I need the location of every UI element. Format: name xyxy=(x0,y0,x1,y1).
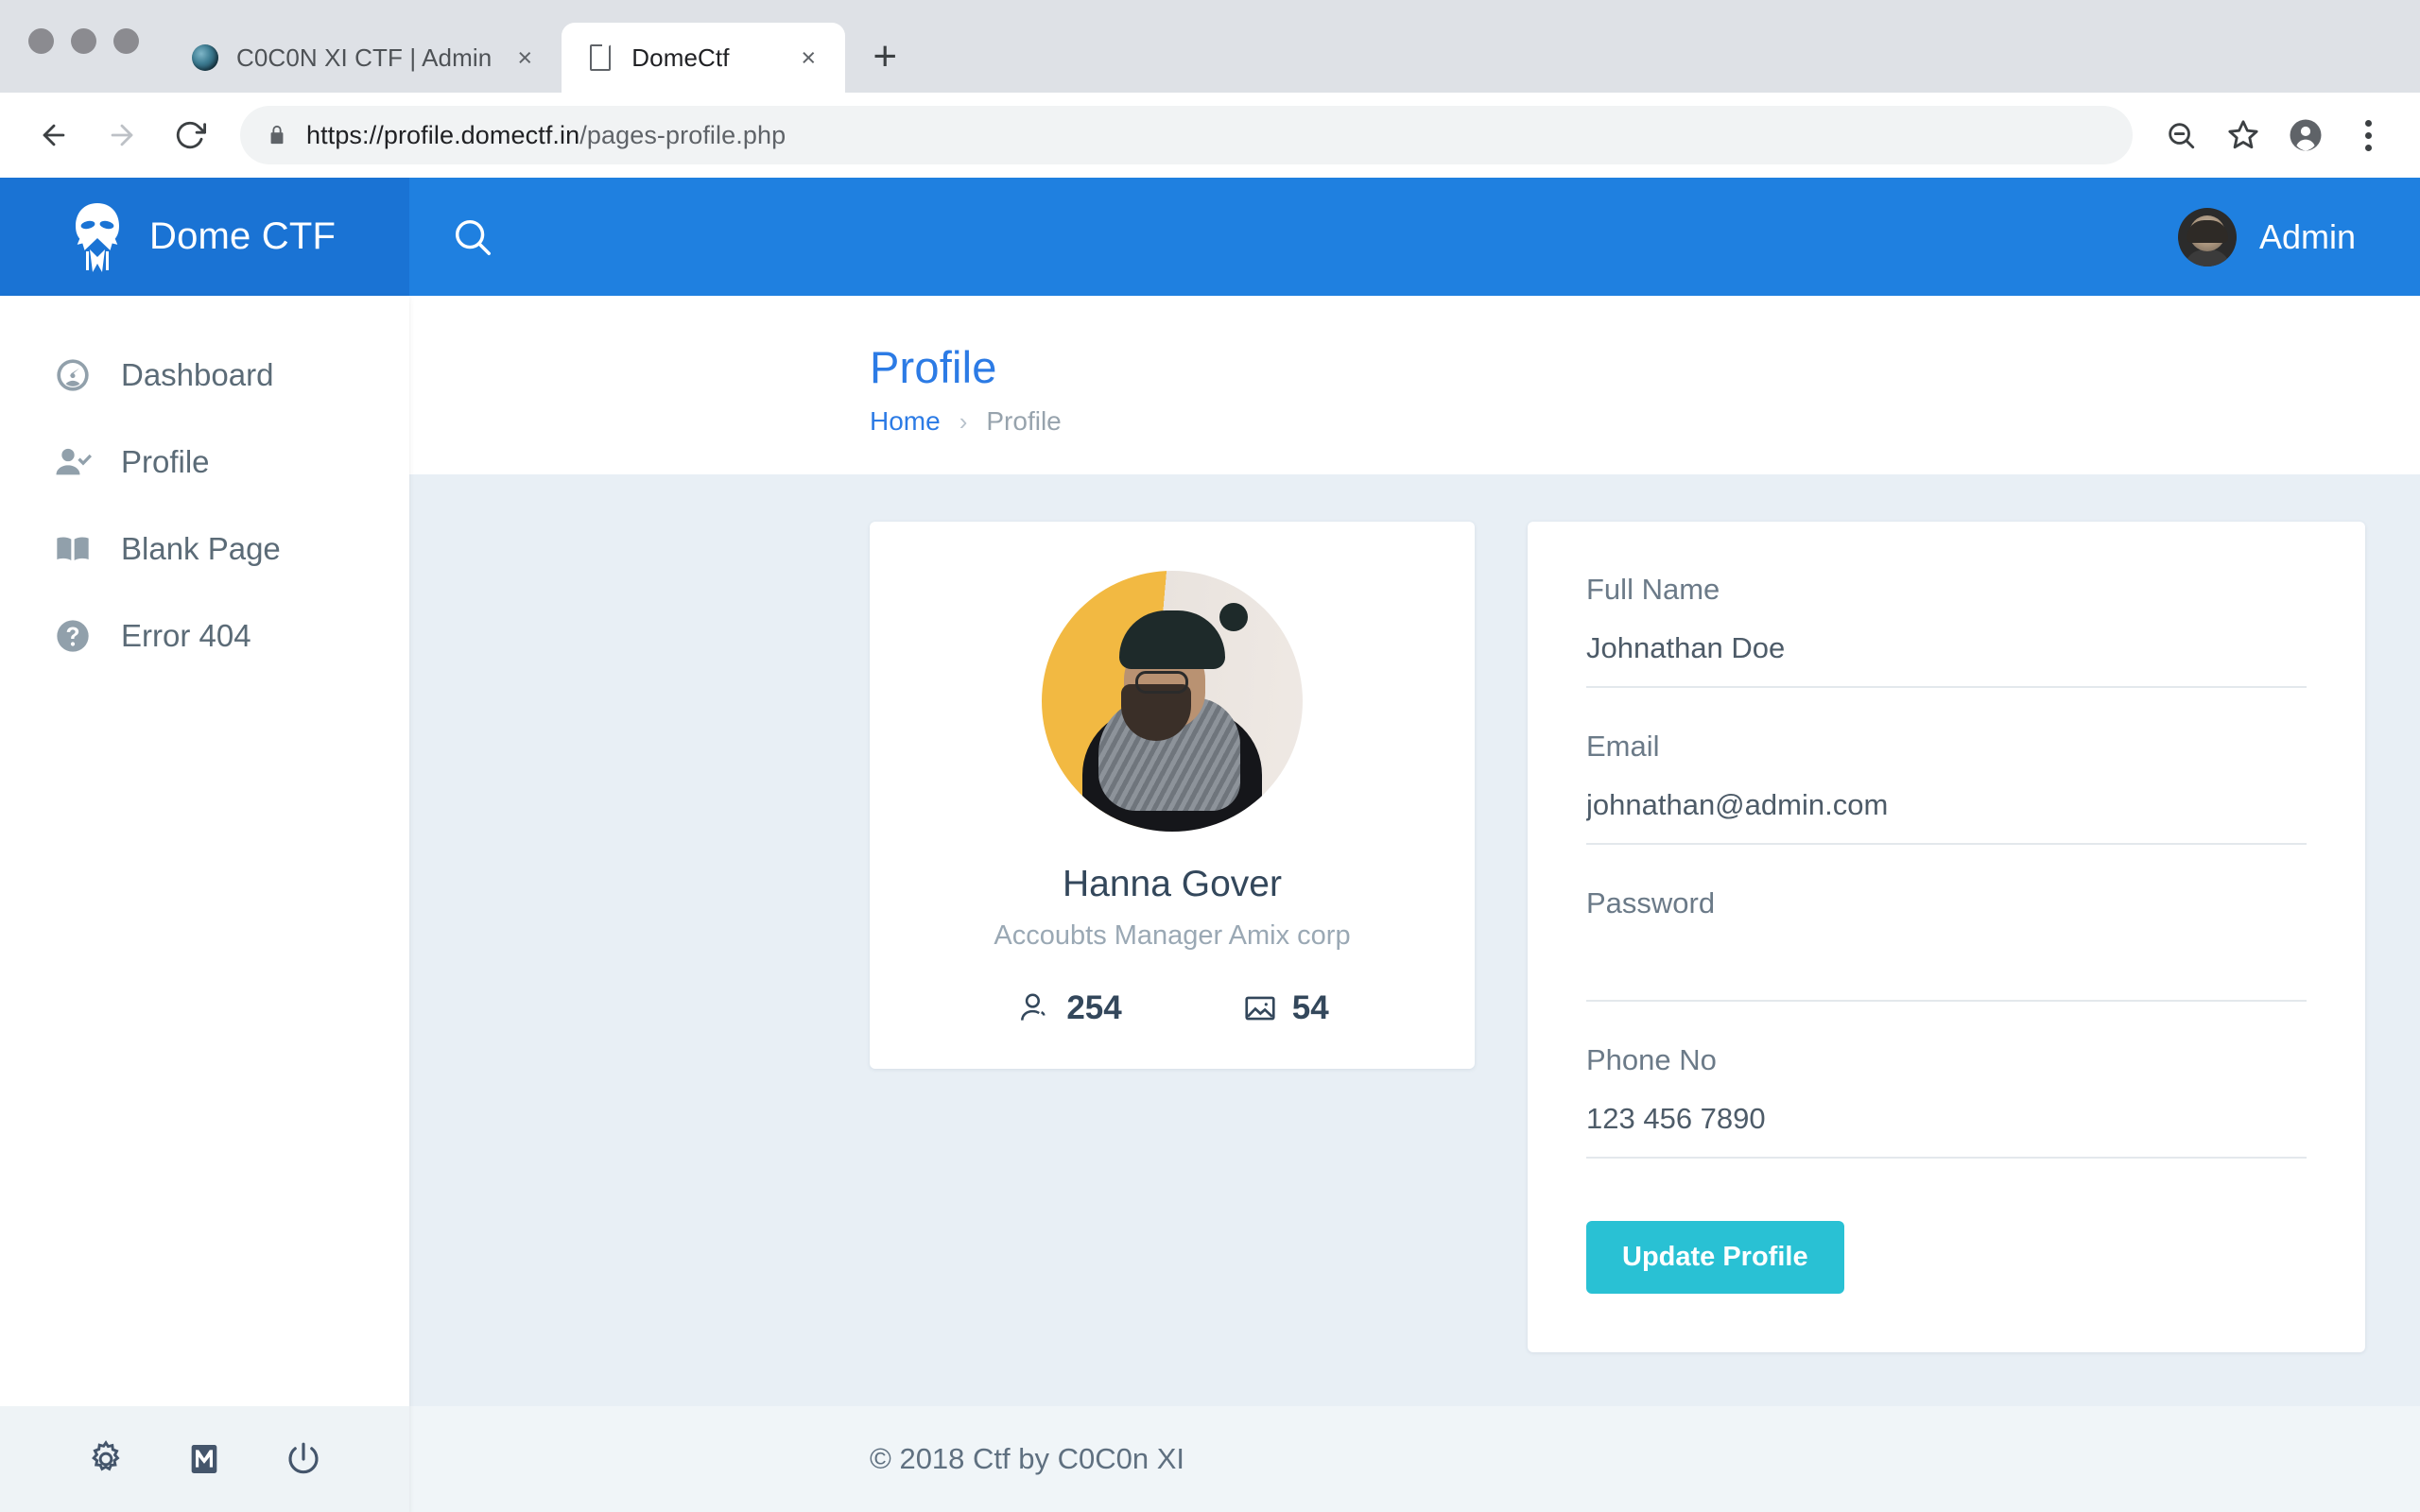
sidebar-item-label: Blank Page xyxy=(121,531,281,566)
lock-icon xyxy=(267,123,285,147)
stat-followers: 254 xyxy=(1015,989,1122,1027)
update-profile-button[interactable]: Update Profile xyxy=(1586,1221,1844,1294)
gear-icon[interactable] xyxy=(84,1437,128,1481)
profile-photo xyxy=(1042,571,1303,832)
browser-window: C0C0N XI CTF | Admin × DomeCtf × + https… xyxy=(0,0,2420,1512)
window-traffic-lights xyxy=(28,28,139,54)
tab-strip: C0C0N XI CTF | Admin × DomeCtf × + xyxy=(0,0,2420,93)
kebab-menu-icon[interactable] xyxy=(2341,108,2395,163)
sidebar-nav: Dashboard Profile Blank Page Error 404 xyxy=(0,296,409,1406)
close-tab-button[interactable]: × xyxy=(792,42,824,74)
page-header: Profile Home › Profile xyxy=(409,296,2420,474)
brand-area[interactable]: Dome CTF xyxy=(0,178,409,296)
sidebar: Dashboard Profile Blank Page Error 404 xyxy=(0,296,409,1512)
full-name-input[interactable] xyxy=(1586,631,2307,688)
minimize-window-button[interactable] xyxy=(71,28,96,54)
search-icon[interactable] xyxy=(451,215,494,259)
document-icon xyxy=(586,43,614,72)
question-circle-icon xyxy=(53,616,93,656)
main-content: Profile Home › Profile Hanna Gover Accou… xyxy=(409,296,2420,1512)
sidebar-item-label: Profile xyxy=(121,444,210,479)
avatar xyxy=(2177,207,2237,266)
user-name: Admin xyxy=(2258,216,2356,256)
field-label: Password xyxy=(1586,886,1716,919)
browser-tab-1[interactable]: C0C0N XI CTF | Admin × xyxy=(166,23,562,93)
toolbar-icons xyxy=(2153,108,2395,163)
browser-tab-2[interactable]: DomeCtf × xyxy=(562,23,846,93)
field-label: Phone No xyxy=(1586,1043,1717,1076)
page-footer: © 2018 Ctf by C0C0n XI xyxy=(409,1406,2420,1512)
browser-profile-icon[interactable] xyxy=(2278,108,2333,163)
bookmark-star-icon[interactable] xyxy=(2216,108,2271,163)
content-cards: Hanna Gover Accoubts Manager Amix corp 2… xyxy=(409,474,2420,1406)
app-body: Dashboard Profile Blank Page Error 404 P… xyxy=(0,296,2420,1512)
gauge-icon xyxy=(53,355,93,395)
mail-icon[interactable] xyxy=(182,1437,226,1481)
close-window-button[interactable] xyxy=(28,28,54,54)
person-check-icon xyxy=(53,442,93,482)
field-label: Full Name xyxy=(1586,573,1720,606)
app-topbar: Dome CTF Admin xyxy=(0,178,2420,296)
breadcrumb: Home › Profile xyxy=(870,406,2420,437)
profile-role: Accoubts Manager Amix corp xyxy=(994,920,1351,951)
sidebar-item-blank-page[interactable]: Blank Page xyxy=(0,506,409,593)
sidebar-item-label: Dashboard xyxy=(121,357,274,392)
copyright-text: © 2018 Ctf by C0C0n XI xyxy=(870,1442,1185,1475)
web-page: Dome CTF Admin Dashboard Profile Blank P… xyxy=(0,178,2420,1512)
field-label: Email xyxy=(1586,730,1660,763)
tab-title: DomeCtf xyxy=(631,43,730,72)
user-menu[interactable]: Admin xyxy=(2177,207,2356,266)
stat-photos: 54 xyxy=(1241,989,1329,1027)
close-tab-button[interactable]: × xyxy=(509,42,541,74)
new-tab-button[interactable]: + xyxy=(858,30,911,83)
field-password: Password xyxy=(1586,886,2307,1002)
address-bar[interactable]: https://profile.domectf.in/pages-profile… xyxy=(240,106,2133,164)
sidebar-item-label: Error 404 xyxy=(121,618,251,653)
field-email: Email xyxy=(1586,730,2307,845)
photos-icon xyxy=(1241,989,1279,1027)
maximize-window-button[interactable] xyxy=(113,28,139,54)
phone-field[interactable] xyxy=(1586,1102,2307,1159)
stat-value: 54 xyxy=(1291,989,1329,1026)
stat-value: 254 xyxy=(1066,989,1122,1026)
breadcrumb-current: Profile xyxy=(986,406,1062,436)
profile-name: Hanna Gover xyxy=(1063,864,1282,904)
browser-toolbar: https://profile.domectf.in/pages-profile… xyxy=(0,93,2420,178)
profile-summary-card: Hanna Gover Accoubts Manager Amix corp 2… xyxy=(870,522,1475,1069)
zoom-out-icon[interactable] xyxy=(2153,108,2208,163)
url-text: https://profile.domectf.in/pages-profile… xyxy=(306,120,786,149)
forward-icon[interactable] xyxy=(93,106,151,164)
page-title: Profile xyxy=(870,342,997,392)
field-full-name: Full Name xyxy=(1586,573,2307,688)
power-icon[interactable] xyxy=(282,1437,325,1481)
topbar-main: Admin xyxy=(409,178,2420,296)
profile-stats: 254 54 xyxy=(870,989,1475,1027)
sidebar-item-dashboard[interactable]: Dashboard xyxy=(0,332,409,419)
sidebar-item-error-404[interactable]: Error 404 xyxy=(0,593,409,679)
book-icon xyxy=(53,529,93,569)
followers-icon xyxy=(1015,989,1053,1027)
email-field[interactable] xyxy=(1586,788,2307,845)
field-phone: Phone No xyxy=(1586,1043,2307,1159)
ctf-skull-logo xyxy=(66,200,129,274)
tab-list: C0C0N XI CTF | Admin × DomeCtf × + xyxy=(166,23,911,93)
password-field[interactable] xyxy=(1586,945,2307,1002)
sidebar-footer xyxy=(0,1406,409,1512)
globe-icon xyxy=(191,43,219,72)
reload-icon[interactable] xyxy=(161,106,219,164)
sidebar-item-profile[interactable]: Profile xyxy=(0,419,409,506)
back-icon[interactable] xyxy=(25,106,83,164)
profile-form-card: Full Name Email Password Phone No xyxy=(1528,522,2365,1352)
tab-title: C0C0N XI CTF | Admin xyxy=(236,43,493,72)
brand-name: Dome CTF xyxy=(149,215,337,257)
breadcrumb-home-link[interactable]: Home xyxy=(870,406,941,437)
chevron-right-icon: › xyxy=(959,406,968,436)
